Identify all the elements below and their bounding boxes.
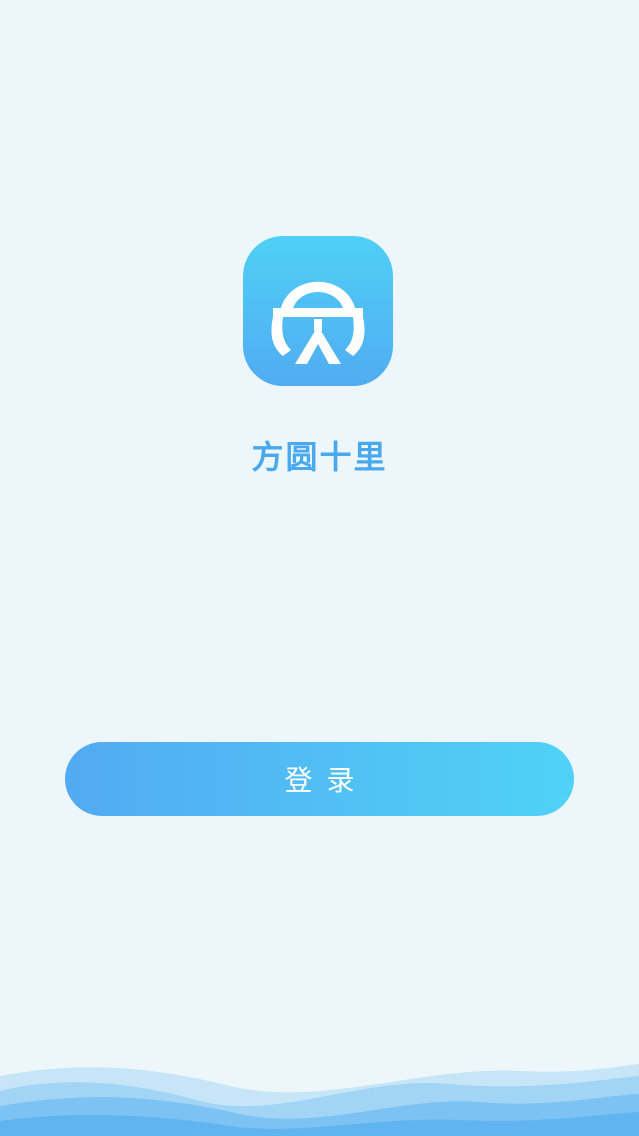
login-button[interactable]: 登录 xyxy=(65,742,574,816)
app-logo-icon xyxy=(243,236,393,386)
login-screen: 方圆十里 登录 xyxy=(0,0,639,1136)
wave-decoration xyxy=(0,1036,639,1136)
app-name: 方圆十里 xyxy=(251,438,388,476)
